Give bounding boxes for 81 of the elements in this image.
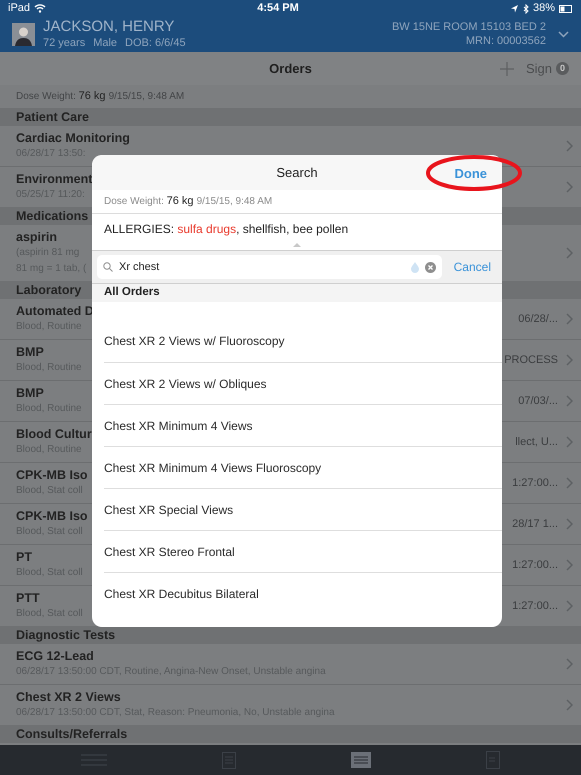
order-title: Cardiac Monitoring [16,130,130,146]
section-header: Diagnostic Tests [16,626,116,644]
order-tab[interactable] [350,752,371,768]
chevron-right-icon [566,600,573,612]
chevron-right-icon [566,559,573,571]
search-result[interactable]: Chest XR 2 Views w/ Obliques [104,362,502,404]
document-icon [222,751,236,769]
patient-dob: DOB: 6/6/45 [125,37,186,51]
search-result[interactable]: Chest XR 2 Views w/ Fluoroscopy [104,320,502,362]
chevron-right-icon [566,313,573,325]
dose-weight-text: Dose Weight: 76 kg 9/15/15, 9:48 AM [104,194,272,210]
order-status: 1:27:00... [512,558,558,573]
order-title: aspirin [16,229,58,245]
search-result[interactable]: Chest XR Decubitus Bilateral [104,572,502,614]
section-header: Medications [16,208,88,225]
chevron-right-icon [566,699,573,711]
search-field[interactable]: Xr chest [97,255,442,279]
patient-sex: Male [93,37,118,51]
menu-tab[interactable] [81,754,108,766]
patient-age: 72 years [43,37,86,51]
order-title: PTT [16,590,41,606]
document-icon [486,751,500,769]
chevron-right-icon [566,181,573,193]
search-input[interactable]: Xr chest [119,258,405,276]
order-status: 07/03/... [518,394,558,409]
order-status: PROCESS [504,352,558,368]
battery-percent: 38% [532,1,555,16]
clear-icon [424,262,436,272]
order-status: 28/17 1... [512,516,558,532]
menu-icon [81,754,108,766]
patient-mrn: MRN: 00003562 [466,34,546,48]
location-arrow-icon [510,4,519,13]
patient-location: BW 15NE ROOM 15103 BED 2 [392,20,546,34]
chevron-right-icon [566,658,573,670]
chevron-right-icon [566,395,573,407]
count-badge: 0 [556,62,569,76]
section-header: Patient Care [16,108,89,126]
order-status: 1:27:00... [512,476,558,491]
order-title: CPK-MB Iso [16,467,88,483]
dose-weight-text: Dose Weight: 76 kg 9/15/15, 9:48 AM [16,89,184,104]
order-title: BMP [16,344,45,360]
search-result[interactable]: Chest XR Stereo Frontal [104,530,502,572]
allergies-text: ALLERGIES: sulfa drugs, shellfish, bee pollen [104,221,350,238]
order-title: Blood Cultur [16,426,92,442]
order-title: PT [16,549,33,565]
document-tab[interactable] [486,751,500,769]
chevron-down-icon [558,31,569,38]
bluetooth-icon [522,4,529,14]
list-header: All Orders [104,285,160,300]
order-title: Chest XR 2 Views [16,689,122,705]
order-title: Environment [16,171,92,187]
order-status: llect, U... [515,434,558,450]
chevron-right-icon [566,518,573,530]
list-icon [350,752,371,768]
chevron-right-icon [566,436,573,448]
battery-icon [558,4,573,12]
add-icon [500,62,514,76]
search-result[interactable]: Chest XR Minimum 4 Views Fluoroscopy [104,446,502,488]
chevron-right-icon [566,140,573,152]
order-status: 06/28/... [518,312,558,327]
screen-title: Orders [269,60,312,78]
patient-name: JACKSON, HENRY [43,18,176,37]
order-title: ECG 12-Lead [16,648,95,664]
search-result[interactable]: Chest XR Special Views [104,488,502,530]
order-title: BMP [16,385,45,401]
dialog-title: Search [276,164,318,182]
clock: 4:54 PM [257,1,299,16]
wifi-icon [34,4,46,13]
order-status: 1:27:00... [512,598,558,614]
section-header: Laboratory [16,282,82,299]
search-icon [103,262,113,272]
order-title: CPK-MB Iso [16,508,88,524]
expand-arrow-icon [293,243,301,247]
search-result[interactable]: Chest XR Minimum 4 Views [104,404,502,446]
section-header: Consults/Referrals [16,726,128,743]
review-tab[interactable] [222,751,236,769]
chevron-right-icon [566,354,573,366]
avatar-silhouette-icon [12,23,35,46]
carrier-label: iPad [8,1,30,16]
chevron-right-icon [566,247,573,259]
chevron-right-icon [566,477,573,489]
